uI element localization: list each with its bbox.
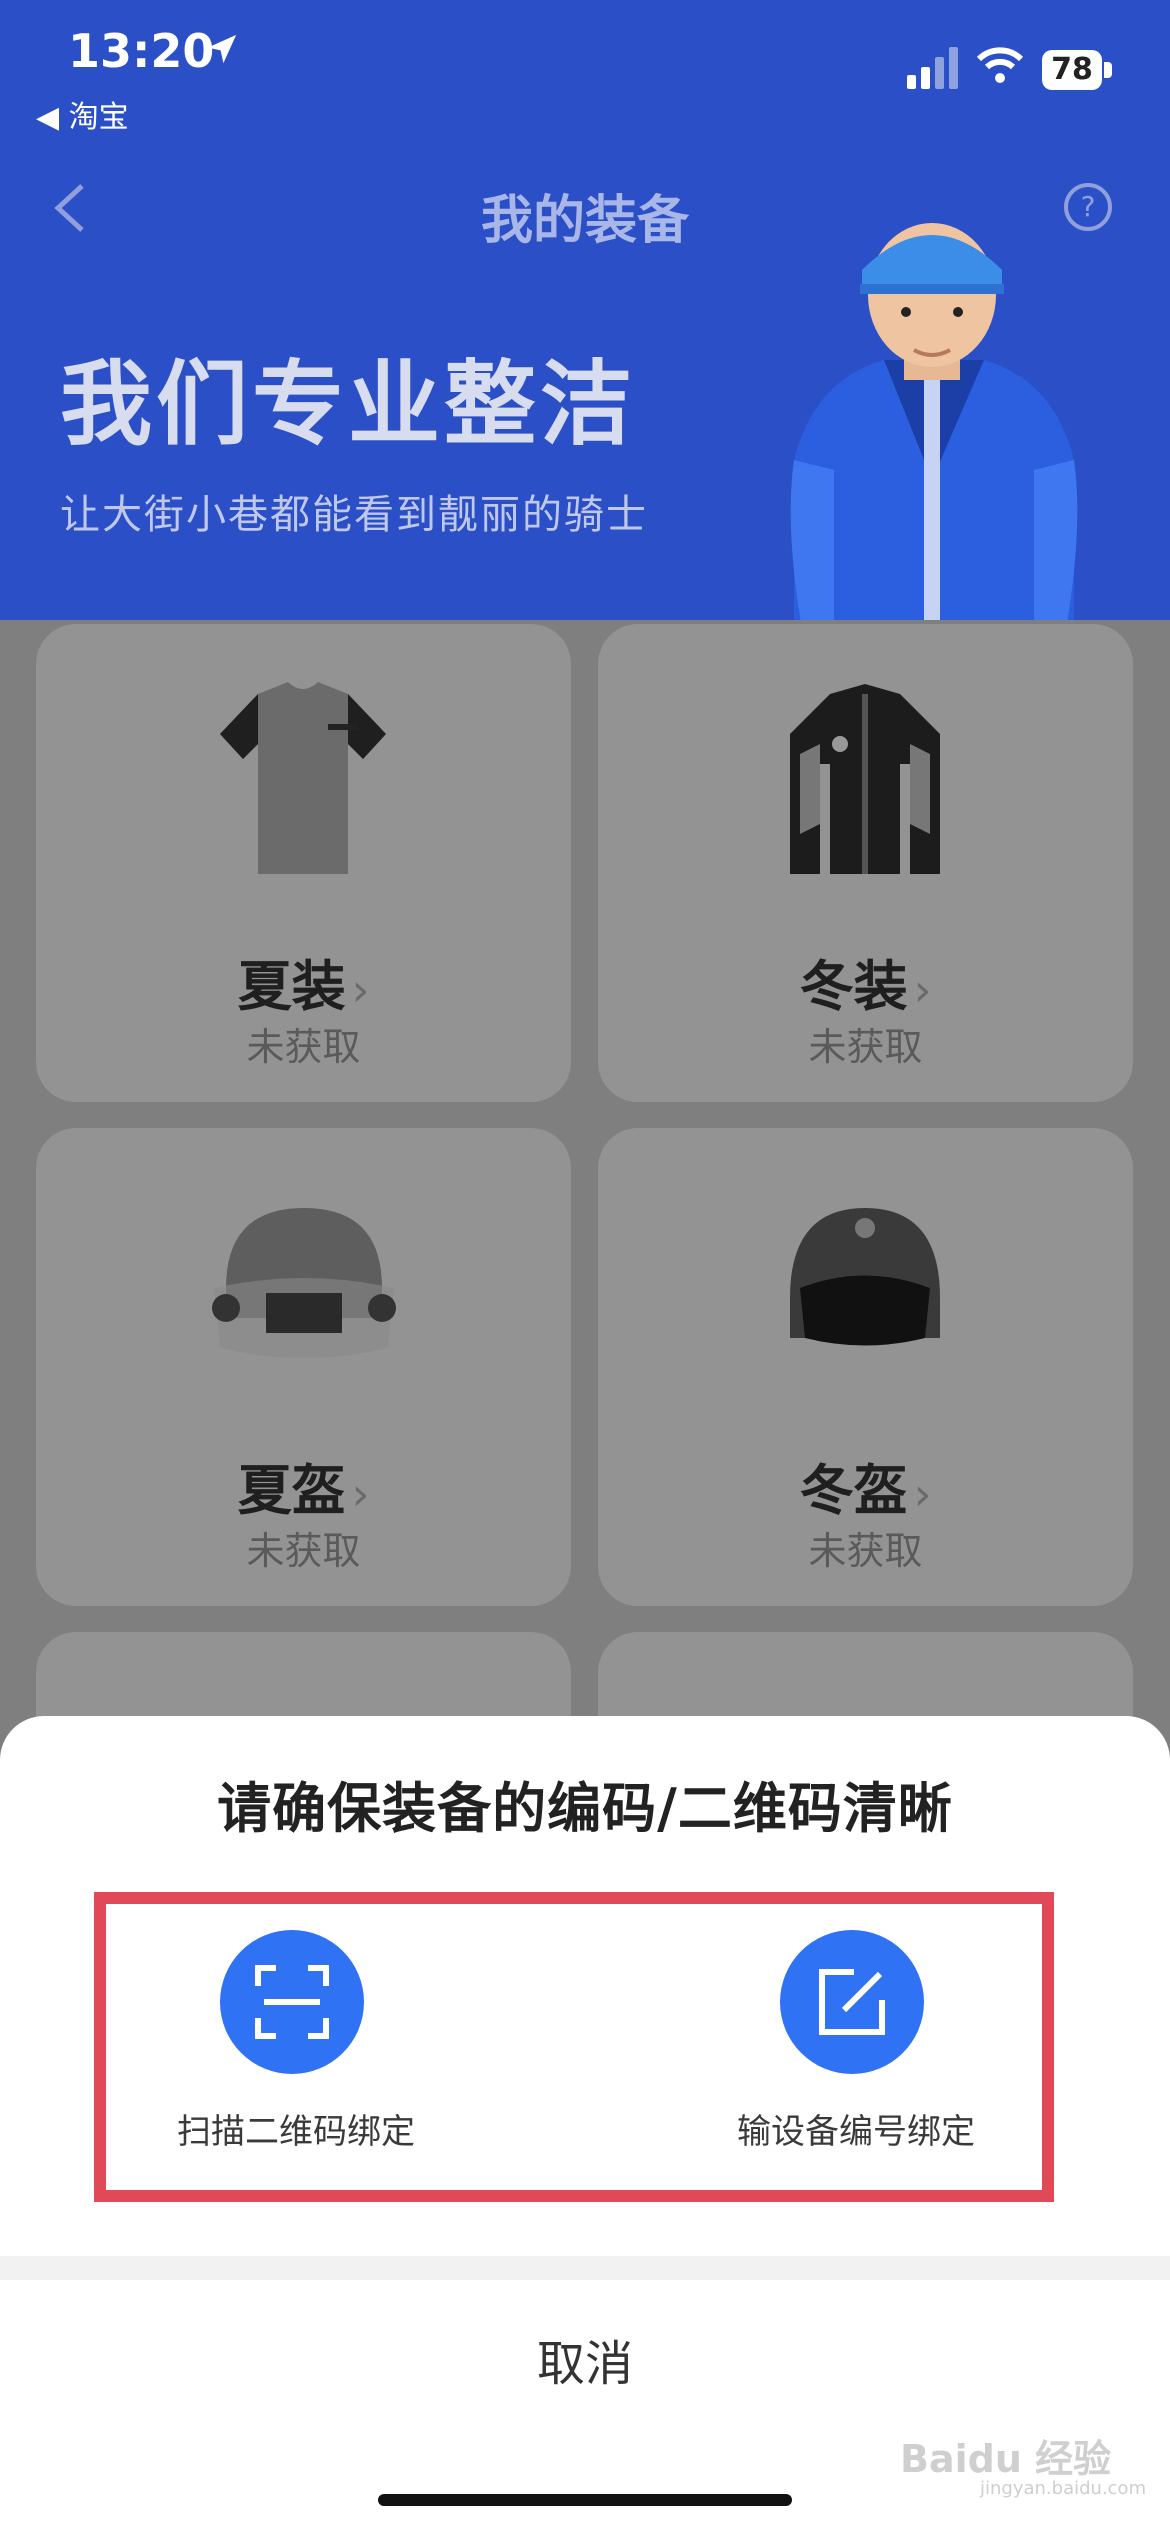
status-time: 13:20 bbox=[68, 24, 215, 78]
input-code-bind-option[interactable]: 输设备编号绑定 bbox=[666, 1904, 1046, 2204]
sheet-title: 请确保装备的编码/二维码清晰 bbox=[217, 1777, 953, 1840]
chevron-right-icon: › bbox=[913, 965, 932, 1016]
card-status: 未获取 bbox=[246, 1529, 361, 1573]
equipment-card-summer-uniform[interactable]: 夏装 › 未获取 bbox=[36, 624, 571, 1102]
bind-equipment-sheet: 请确保装备的编码/二维码清晰 扫描二维码绑定 输设备编号绑定 取消 Baidu … bbox=[0, 1716, 1170, 2532]
scan-option-label: 扫描二维码绑定 bbox=[177, 2112, 415, 2152]
home-indicator bbox=[378, 2494, 792, 2506]
status-bar: 13:20 ◀ 淘宝 78 bbox=[0, 0, 1170, 140]
chevron-right-icon: › bbox=[913, 1469, 932, 1520]
tshirt-icon bbox=[220, 682, 386, 874]
equipment-card-winter-uniform[interactable]: 冬装 › 未获取 bbox=[598, 624, 1133, 1102]
sheet-divider bbox=[0, 2256, 1170, 2280]
rider-avatar-illustration bbox=[790, 223, 1078, 640]
back-to-app-link[interactable]: ◀ 淘宝 bbox=[36, 92, 129, 136]
scan-qr-bind-option[interactable]: 扫描二维码绑定 bbox=[106, 1904, 486, 2204]
chevron-right-icon: › bbox=[351, 965, 370, 1016]
card-status: 未获取 bbox=[808, 1529, 923, 1573]
card-status: 未获取 bbox=[808, 1025, 923, 1069]
scan-qr-icon bbox=[255, 1965, 329, 2039]
summer-helmet-icon bbox=[212, 1208, 396, 1358]
app-screen: 13:20 ◀ 淘宝 78 我的装备 ? 我们专业整洁 让大街小巷都能看到靓丽的… bbox=[0, 0, 1170, 2532]
equipment-card-summer-helmet[interactable]: 夏盔 › 未获取 bbox=[36, 1128, 571, 1606]
scan-button[interactable] bbox=[220, 1930, 364, 2074]
wifi-icon bbox=[976, 47, 1024, 83]
card-title: 冬盔 › bbox=[799, 1459, 932, 1522]
cellular-signal-icon bbox=[907, 47, 958, 89]
chevron-right-icon: › bbox=[351, 1469, 370, 1520]
location-arrow-icon bbox=[207, 34, 237, 64]
battery-tip bbox=[1104, 62, 1112, 78]
card-status: 未获取 bbox=[246, 1025, 361, 1069]
edit-icon bbox=[819, 1969, 885, 2035]
equipment-grid: 夏装 › 未获取 冬装 › 未获取 夏盔 › 未获取 冬盔 › 未获取 bbox=[0, 620, 1170, 2110]
baidu-watermark: Baidu 经验 bbox=[900, 2437, 1112, 2481]
card-title: 夏盔 › bbox=[237, 1459, 370, 1522]
options-highlight-box: 扫描二维码绑定 输设备编号绑定 bbox=[94, 1892, 1054, 2202]
input-button[interactable] bbox=[780, 1930, 924, 2074]
winter-helmet-icon bbox=[790, 1208, 940, 1346]
card-title: 冬装 › bbox=[799, 955, 932, 1018]
battery-indicator: 78 bbox=[1042, 50, 1102, 90]
cancel-button[interactable]: 取消 bbox=[0, 2324, 1170, 2394]
hero-title: 我们专业整洁 bbox=[60, 351, 637, 458]
jacket-icon bbox=[790, 684, 940, 874]
input-option-label: 输设备编号绑定 bbox=[737, 2112, 975, 2152]
hero-subtitle: 让大街小巷都能看到靓丽的骑士 bbox=[60, 492, 648, 538]
baidu-watermark-url: jingyan.baidu.com bbox=[980, 2478, 1147, 2499]
card-title: 夏装 › bbox=[237, 955, 370, 1018]
equipment-card-winter-helmet[interactable]: 冬盔 › 未获取 bbox=[598, 1128, 1133, 1606]
hero-banner: 13:20 ◀ 淘宝 78 我的装备 ? 我们专业整洁 让大街小巷都能看到靓丽的… bbox=[0, 0, 1170, 660]
